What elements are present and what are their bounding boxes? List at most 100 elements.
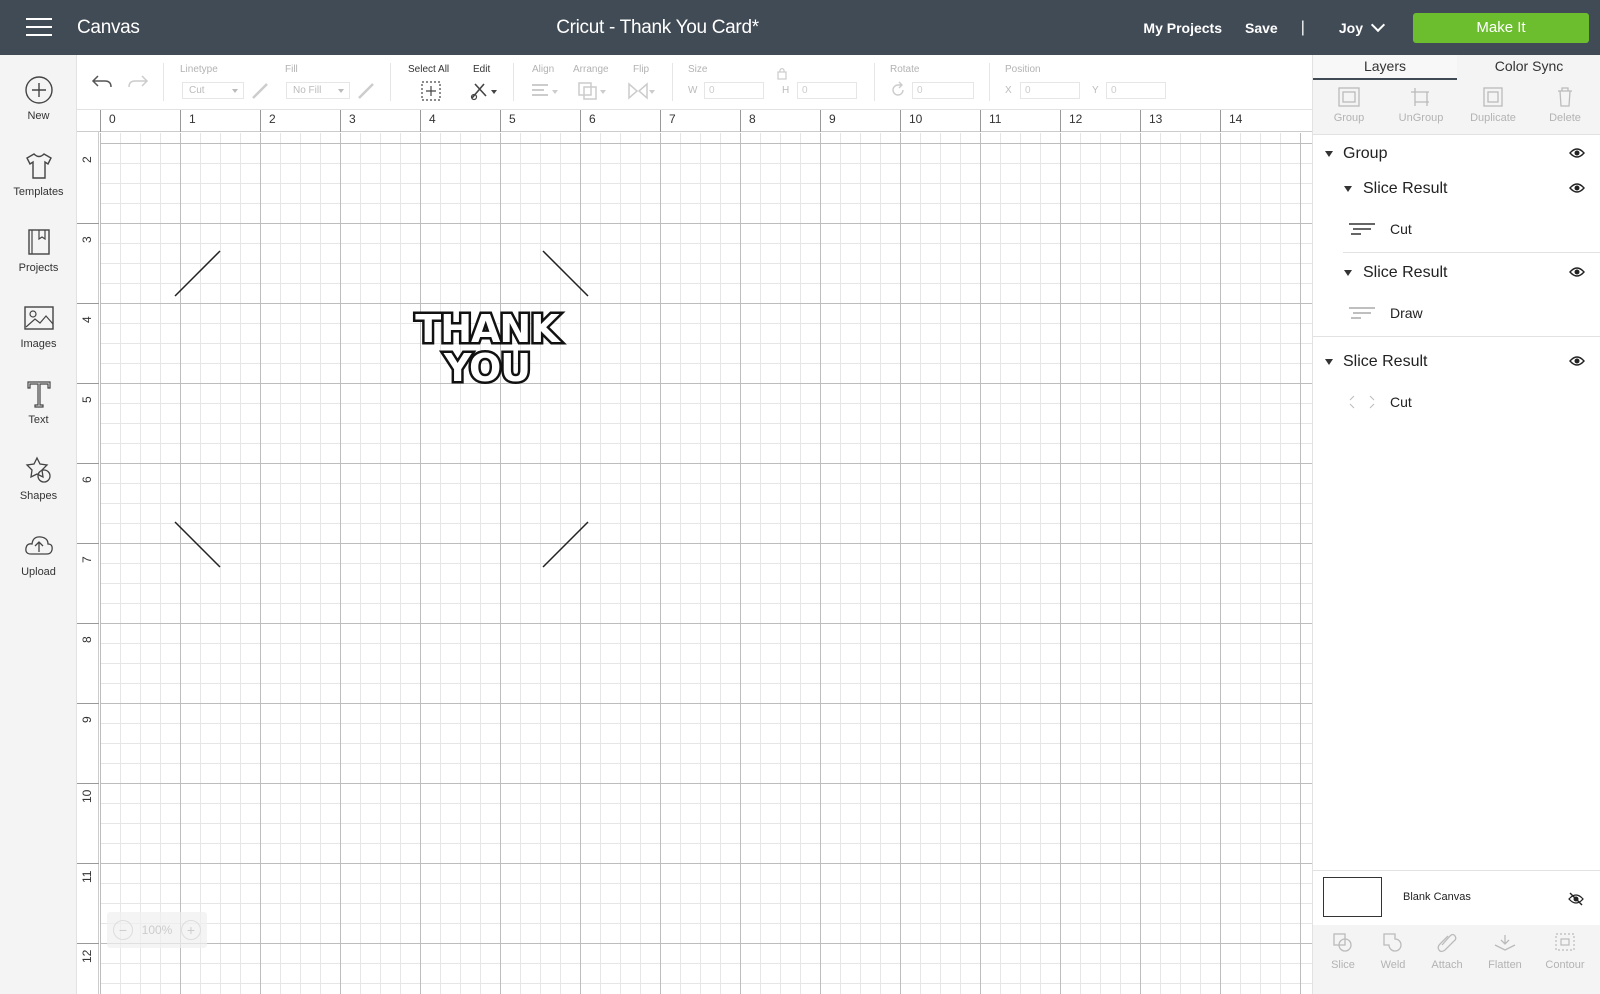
- expand-caret-icon[interactable]: [1344, 270, 1352, 276]
- ruler-tick-label: 5: [509, 112, 516, 126]
- cloud-upload-icon: [24, 536, 53, 555]
- sidebar-item-projects[interactable]: Projects: [0, 227, 77, 274]
- ruler-tick-label: 9: [80, 716, 94, 723]
- contour-button[interactable]: Contour: [1535, 931, 1595, 971]
- sidebar-item-templates[interactable]: Templates: [0, 151, 77, 198]
- flip-icon[interactable]: [626, 81, 658, 101]
- ruler-tick-label: 4: [80, 316, 94, 323]
- sidebar-item-images[interactable]: Images: [0, 303, 77, 350]
- separator: |: [1300, 18, 1305, 36]
- sidebar-item-label: Templates: [13, 186, 64, 198]
- arrange-icon[interactable]: [577, 81, 609, 101]
- eye-icon[interactable]: [1569, 355, 1585, 367]
- save-button[interactable]: Save: [1245, 20, 1278, 36]
- x-input[interactable]: 0: [1020, 82, 1080, 99]
- ungroup-label: UnGroup: [1398, 112, 1444, 124]
- group-label: Group: [1333, 112, 1365, 124]
- sidebar-item-text[interactable]: Text: [0, 379, 77, 426]
- tab-color-sync[interactable]: Color Sync: [1457, 55, 1600, 80]
- sidebar-item-label: Text: [28, 414, 49, 426]
- layer-name: Group: [1343, 145, 1388, 162]
- plus-circle-icon: [24, 76, 53, 104]
- layer-cut[interactable]: Cut: [1313, 380, 1600, 424]
- ruler-tick-label: 7: [669, 112, 676, 126]
- fill-color-icon[interactable]: [356, 81, 376, 101]
- ruler-tick: [77, 863, 99, 864]
- ruler-tick-label: 7: [80, 556, 94, 563]
- ruler-tick: [500, 110, 501, 132]
- ruler-tick: [420, 110, 421, 132]
- rotate-icon: [892, 81, 904, 96]
- corner-mark-bottom-right: [542, 521, 589, 568]
- zoom-in-button[interactable]: +: [180, 920, 201, 940]
- align-icon[interactable]: [530, 81, 560, 101]
- weld-button[interactable]: Weld: [1363, 931, 1423, 971]
- ruler-tick-label: 9: [829, 112, 836, 126]
- expand-caret-icon[interactable]: [1344, 186, 1352, 192]
- eye-icon[interactable]: [1569, 147, 1585, 159]
- arrange-label: Arrange: [573, 64, 609, 75]
- my-projects-link[interactable]: My Projects: [1143, 20, 1222, 36]
- attach-button[interactable]: Attach: [1417, 931, 1477, 971]
- ruler-tick: [77, 623, 99, 624]
- canvas-color-swatch[interactable]: [1323, 877, 1382, 917]
- toolbar-divider: [513, 63, 514, 101]
- corner-mark-top-left: [174, 250, 221, 297]
- layer-actions: Group UnGroup Duplicate Delete: [1313, 80, 1600, 135]
- ruler-tick-label: 1: [189, 112, 196, 126]
- expand-caret-icon[interactable]: [1325, 151, 1333, 157]
- make-it-button[interactable]: Make It: [1413, 12, 1589, 43]
- ruler-tick: [1140, 110, 1141, 132]
- layer-slice-result[interactable]: Slice Result: [1313, 172, 1600, 206]
- lock-icon[interactable]: [776, 66, 788, 80]
- sidebar-item-shapes[interactable]: Shapes: [0, 455, 77, 502]
- ruler-tick-label: 3: [80, 236, 94, 243]
- fill-select[interactable]: No Fill: [286, 82, 350, 99]
- layer-slice-result[interactable]: Slice Result: [1313, 256, 1600, 290]
- delete-button[interactable]: Delete: [1529, 80, 1600, 135]
- group-button[interactable]: Group: [1313, 80, 1385, 135]
- height-input[interactable]: 0: [797, 82, 857, 99]
- ungroup-button[interactable]: UnGroup: [1385, 80, 1457, 135]
- size-label: Size: [688, 64, 708, 75]
- eye-icon[interactable]: [1569, 182, 1585, 194]
- undo-icon[interactable]: [91, 71, 113, 91]
- sidebar-item-upload[interactable]: Upload: [0, 531, 77, 578]
- zoom-out-button[interactable]: −: [113, 920, 133, 940]
- linetype-select[interactable]: Cut: [182, 82, 244, 99]
- sidebar-item-new[interactable]: New: [0, 75, 77, 122]
- layer-slice-result[interactable]: Slice Result: [1313, 345, 1600, 379]
- width-input[interactable]: 0: [704, 82, 764, 99]
- ruler-tick: [260, 110, 261, 132]
- design-canvas[interactable]: THANK YOU − 100% + 0 1 2 3 4 5 6 7 8 9 10 11 12 13 14 2…: [77, 110, 1312, 994]
- blank-canvas-row[interactable]: Blank Canvas: [1313, 870, 1600, 925]
- layer-group[interactable]: Group: [1313, 137, 1600, 171]
- y-letter: Y: [1092, 85, 1099, 96]
- layer-divider: [1343, 252, 1600, 253]
- user-menu[interactable]: Joy: [1339, 20, 1363, 36]
- rotate-input[interactable]: 0: [912, 82, 974, 99]
- thank-you-artwork[interactable]: THANK YOU: [402, 308, 572, 388]
- y-input[interactable]: 0: [1106, 82, 1166, 99]
- flatten-button[interactable]: Flatten: [1475, 931, 1535, 971]
- layer-cut[interactable]: Cut: [1313, 207, 1600, 251]
- duplicate-button[interactable]: Duplicate: [1457, 80, 1529, 135]
- delete-label: Delete: [1549, 112, 1581, 124]
- edit-tools-icon[interactable]: [469, 80, 501, 102]
- card-corner-marks[interactable]: [77, 110, 1312, 994]
- ruler-tick-label: 13: [1149, 112, 1163, 126]
- eye-hidden-icon[interactable]: [1567, 891, 1585, 907]
- rotate-label: Rotate: [890, 64, 920, 75]
- edit-toolbar: Linetype Cut Fill No Fill Select All Edi…: [77, 55, 1312, 110]
- select-all-label: Select All: [408, 64, 450, 75]
- layer-draw[interactable]: Draw: [1313, 291, 1600, 335]
- linetype-color-icon[interactable]: [250, 81, 270, 101]
- layer-type-label: Cut: [1390, 394, 1412, 410]
- select-all-icon[interactable]: [420, 80, 442, 102]
- chevron-down-icon[interactable]: [1370, 17, 1386, 32]
- sidebar-item-label: New: [27, 110, 50, 122]
- eye-icon[interactable]: [1569, 266, 1585, 278]
- expand-caret-icon[interactable]: [1325, 359, 1333, 365]
- redo-icon[interactable]: [127, 71, 149, 91]
- tab-layers[interactable]: Layers: [1313, 55, 1457, 80]
